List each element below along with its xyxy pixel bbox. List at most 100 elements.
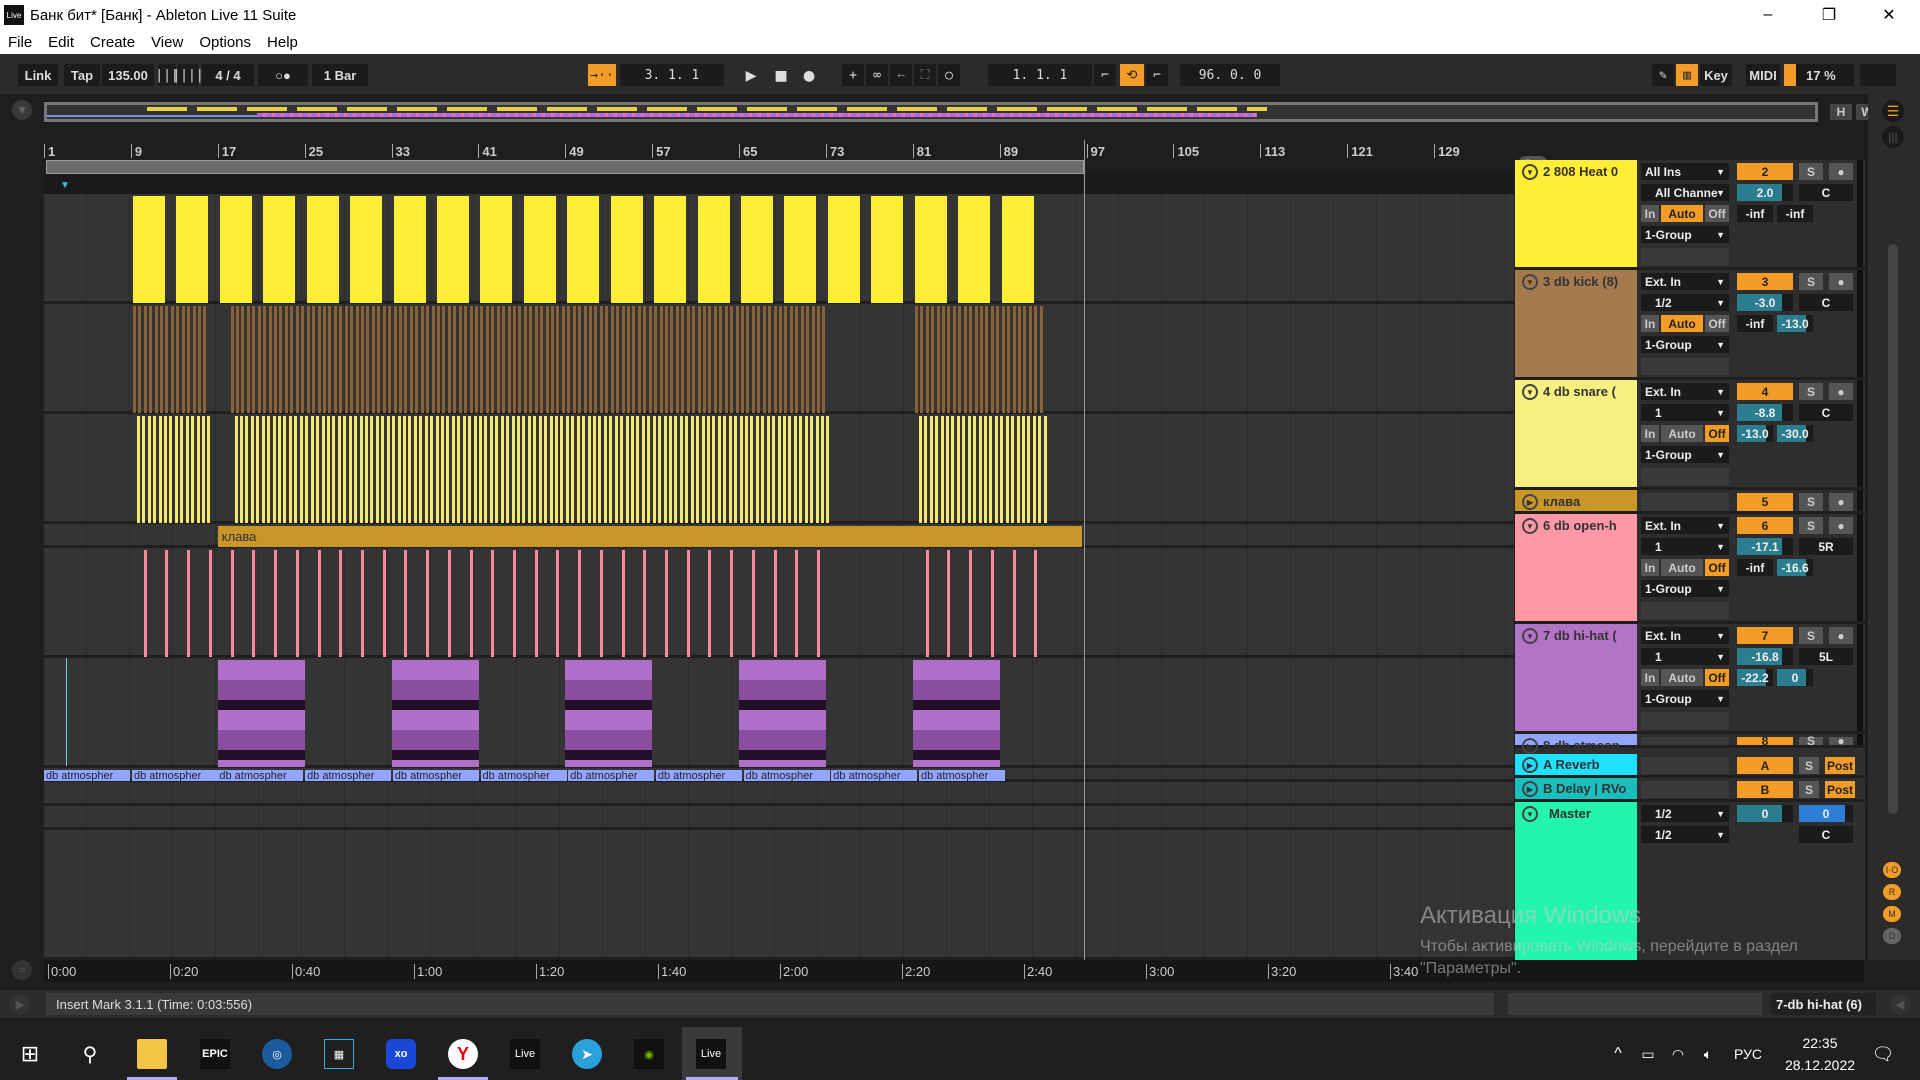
clip-snare-hit[interactable] bbox=[636, 416, 640, 523]
send-b-field[interactable]: -30.0 bbox=[1777, 425, 1813, 442]
clip-snare-hit[interactable] bbox=[202, 416, 206, 523]
send-b-field[interactable]: -inf bbox=[1777, 205, 1813, 222]
clip-snare-hit[interactable] bbox=[783, 416, 787, 523]
clip-kick-hit[interactable] bbox=[637, 306, 641, 413]
loop-switch-icon[interactable]: ⟲ bbox=[1120, 64, 1144, 86]
automation-icon[interactable]: ≈ bbox=[12, 960, 32, 980]
input-field-empty[interactable] bbox=[1641, 493, 1729, 511]
clip-open-hat[interactable] bbox=[382, 550, 386, 657]
input-channel-dropdown[interactable]: ▼ 1 bbox=[1641, 404, 1729, 421]
clip-kick-hit[interactable] bbox=[963, 306, 967, 413]
arm-button[interactable]: ● bbox=[1829, 517, 1853, 534]
return-name-area[interactable]: ▶ A Reverb bbox=[1515, 754, 1637, 775]
clip-snare-hit[interactable] bbox=[978, 416, 982, 523]
midi-map-button[interactable]: MIDI bbox=[1746, 64, 1780, 86]
clip-atmos[interactable]: db atmospher bbox=[480, 770, 567, 781]
tap-tempo-button[interactable]: Tap bbox=[64, 64, 100, 86]
clip-kick-hit[interactable] bbox=[480, 306, 484, 413]
return-input-field[interactable] bbox=[1641, 757, 1729, 774]
clip-open-hat[interactable] bbox=[165, 550, 169, 657]
clip-kick-hit[interactable] bbox=[784, 306, 788, 413]
yandex-browser-icon[interactable]: Y bbox=[448, 1039, 478, 1069]
clip-snare-hit[interactable] bbox=[679, 416, 683, 523]
clip-kick-hit[interactable] bbox=[442, 306, 446, 413]
session-view-icon[interactable]: ||| bbox=[1882, 126, 1904, 148]
arrangement-view-icon[interactable]: ☰ bbox=[1882, 100, 1904, 122]
arm-button[interactable]: ● bbox=[1829, 627, 1853, 644]
clip-kick-hit[interactable] bbox=[795, 306, 799, 413]
clip-kick-hit[interactable] bbox=[540, 306, 544, 413]
delay-toggle-icon[interactable]: D bbox=[1883, 928, 1901, 944]
clip-kick-hit[interactable] bbox=[730, 306, 734, 413]
clip-snare-hit[interactable] bbox=[755, 416, 759, 523]
clip-snare-hit[interactable] bbox=[674, 416, 678, 523]
clip-kick-hit[interactable] bbox=[382, 306, 386, 413]
clip-kick-hit[interactable] bbox=[263, 306, 267, 413]
clip-hihat[interactable] bbox=[217, 660, 305, 767]
volume-field[interactable]: -17.1 bbox=[1737, 538, 1793, 555]
clock-date[interactable]: 28.12.2022 bbox=[1780, 1057, 1860, 1073]
monitor-off-button[interactable]: Off bbox=[1705, 559, 1729, 576]
clip-kick-hit[interactable] bbox=[512, 306, 516, 413]
volume-field[interactable]: -16.8 bbox=[1737, 648, 1793, 665]
monitor-in-button[interactable]: In bbox=[1641, 425, 1659, 442]
clip-kick-hit[interactable] bbox=[447, 306, 451, 413]
clip-kick-hit[interactable] bbox=[578, 306, 582, 413]
clip-snare-hit[interactable] bbox=[669, 416, 673, 523]
track-header[interactable]: ▼ 3 db kick (8) ▼ Ext. In ▼ 1/2 In Auto Off ▼ 1-Gr… bbox=[1515, 270, 1865, 380]
arm-button[interactable]: ● bbox=[1829, 163, 1853, 180]
show-browser-icon[interactable]: ▶ bbox=[10, 994, 30, 1014]
clip-kick-hit[interactable] bbox=[469, 306, 473, 413]
solo-button[interactable]: S bbox=[1799, 517, 1823, 534]
input-channel-dropdown[interactable]: ▼ All Channe bbox=[1641, 184, 1729, 201]
clip-kick-hit[interactable] bbox=[154, 306, 158, 413]
clip-snare-hit[interactable] bbox=[516, 416, 520, 523]
clip-kick-hit[interactable] bbox=[545, 306, 549, 413]
clip-snare-hit[interactable] bbox=[527, 416, 531, 523]
clip-kick-hit[interactable] bbox=[567, 306, 571, 413]
clip-atmos[interactable]: db atmospher bbox=[392, 770, 479, 781]
clip-kick-hit[interactable] bbox=[252, 306, 256, 413]
clip-kick-hit[interactable] bbox=[1012, 306, 1016, 413]
clip-kick-hit[interactable] bbox=[583, 306, 587, 413]
clip-snare-hit[interactable] bbox=[1016, 416, 1020, 523]
clip-kick-hit[interactable] bbox=[502, 306, 506, 413]
fold-toggle-icon[interactable]: ▶ bbox=[1522, 757, 1538, 773]
epic-games-icon[interactable]: EPIC bbox=[200, 1039, 230, 1069]
clip-808[interactable] bbox=[306, 196, 339, 303]
fold-toggle-icon[interactable]: ▼ bbox=[1522, 164, 1538, 180]
pan-field[interactable]: 5R bbox=[1799, 538, 1853, 555]
clip-kick-hit[interactable] bbox=[274, 306, 278, 413]
pan-field[interactable]: C bbox=[1799, 294, 1853, 311]
clip-kick-hit[interactable] bbox=[936, 306, 940, 413]
clip-snare-hit[interactable] bbox=[278, 416, 282, 523]
clip-snare-hit[interactable] bbox=[343, 416, 347, 523]
clip-open-hat[interactable] bbox=[447, 550, 451, 657]
clip-snare-hit[interactable] bbox=[609, 416, 613, 523]
clip-atmos[interactable]: db atmospher bbox=[568, 770, 655, 781]
master-pan-field[interactable]: C bbox=[1799, 826, 1853, 843]
clip-open-hat[interactable] bbox=[665, 550, 669, 657]
clip-kick-hit[interactable] bbox=[371, 306, 375, 413]
search-icon[interactable]: ⚲ bbox=[75, 1039, 105, 1069]
clip-snare-hit[interactable] bbox=[745, 416, 749, 523]
nudge-up-icon[interactable]: |||| bbox=[172, 64, 204, 86]
clip-kick-hit[interactable] bbox=[393, 306, 397, 413]
clip-snare-hit[interactable] bbox=[430, 416, 434, 523]
notifications-icon[interactable]: 🗨︎ bbox=[1868, 1039, 1898, 1069]
clip-kick-hit[interactable] bbox=[339, 306, 343, 413]
track-name-area[interactable]: ▶ 8 db atmosp bbox=[1515, 734, 1637, 754]
clip-snare-hit[interactable] bbox=[408, 416, 412, 523]
clip-kick-hit[interactable] bbox=[822, 306, 826, 413]
fold-toggle-icon[interactable]: ▼ bbox=[1522, 806, 1538, 822]
clip-kick-hit[interactable] bbox=[627, 306, 630, 413]
clip-snare-hit[interactable] bbox=[983, 416, 987, 523]
clip-kick-hit[interactable] bbox=[735, 306, 739, 413]
clip-snare-hit[interactable] bbox=[696, 416, 700, 523]
track-activator-button[interactable]: 2 bbox=[1737, 163, 1793, 180]
clip-snare-hit[interactable] bbox=[810, 416, 814, 523]
clip-kick-hit[interactable] bbox=[757, 306, 761, 413]
clip-kick-hit[interactable] bbox=[979, 306, 983, 413]
monitor-in-button[interactable]: In bbox=[1641, 669, 1659, 686]
track-activator-button[interactable]: 8 bbox=[1737, 734, 1793, 748]
